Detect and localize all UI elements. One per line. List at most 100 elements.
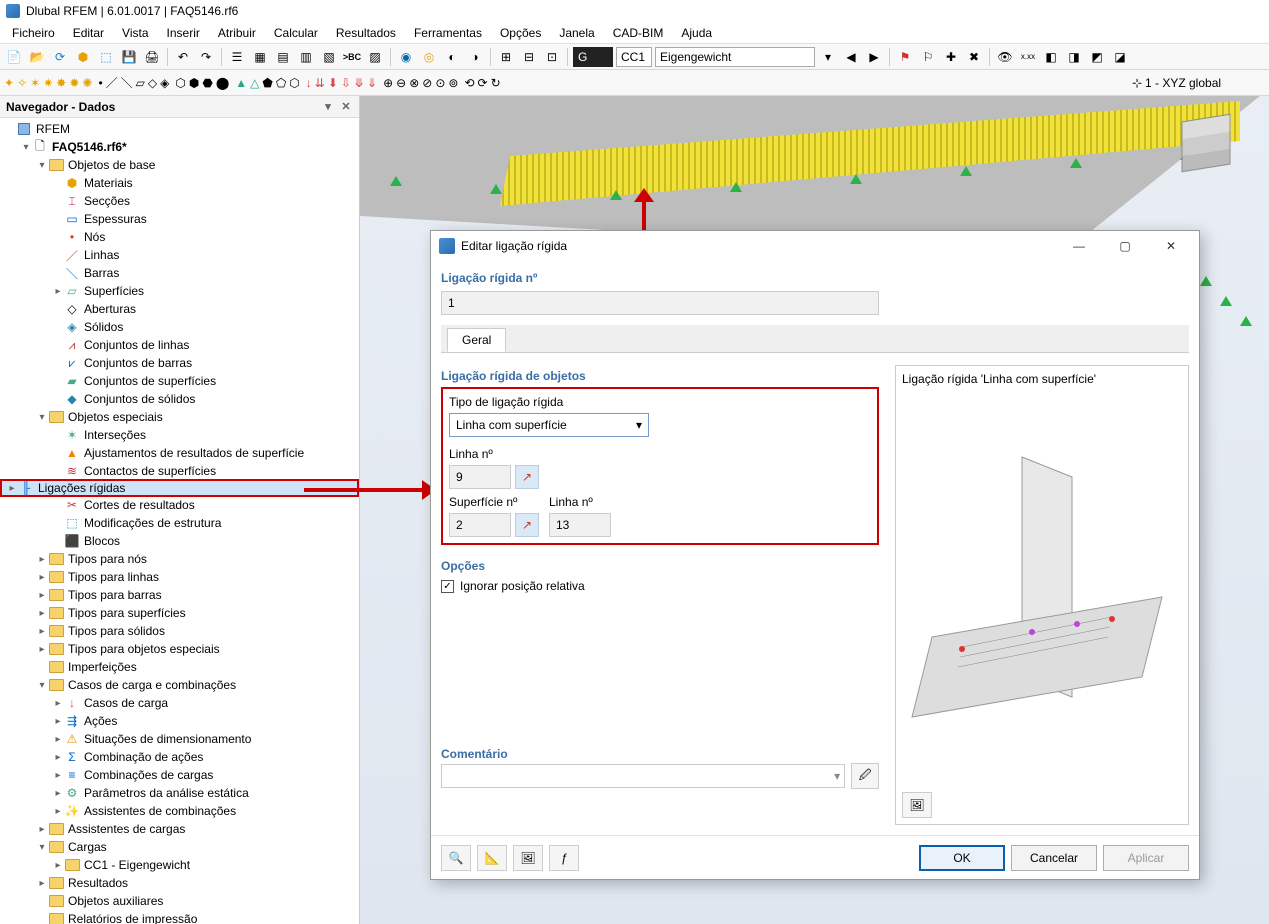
tree-item[interactable]: ／Linhas [48,246,359,264]
tb2-aa-icon[interactable]: ⊙ [435,76,445,90]
tree-item[interactable]: ⩗Conjuntos de barras [48,354,359,372]
csys-field[interactable]: 1 - XYZ global [1145,76,1265,90]
tree-item[interactable]: ＼Barras [48,264,359,282]
comment-input[interactable]: ▾ [441,764,845,788]
tb-next-icon[interactable]: ▶ [864,47,884,67]
tb2-l-icon[interactable]: ▲ [235,76,247,90]
tree-item[interactable]: Relatórios de impressão [32,910,359,924]
tb2-dd-icon[interactable]: ⟳ [478,76,488,90]
tree-item[interactable]: ▸Tipos para linhas [32,568,359,586]
view-gizmo[interactable] [1179,116,1249,186]
tb2-bb-icon[interactable]: ⊚ [448,76,458,90]
tb2-surf-icon[interactable]: ▱ [136,76,145,90]
tb2-n-icon[interactable]: ⬟ [262,76,272,90]
menu-cadbim[interactable]: CAD-BIM [605,24,672,42]
tb-new-icon[interactable]: 📄 [4,47,24,67]
tb-q-icon[interactable]: ◨ [1064,47,1084,67]
maximize-icon[interactable]: ▢ [1105,233,1145,259]
footer-tool3-icon[interactable]: ƒ [549,845,579,871]
rigid-link-number-input[interactable]: 1 [441,291,879,315]
tree-item[interactable]: ⬚Modificações de estrutura [48,514,359,532]
tree-item[interactable]: ▸Tipos para barras [32,586,359,604]
tb2-o-icon[interactable]: ⬠ [276,76,286,90]
tree-file[interactable]: ▾🗋FAQ5146.rf6* [16,138,359,156]
tb2-k-icon[interactable]: ⬤ [216,76,229,90]
footer-tool2-icon[interactable]: 🖼 [513,845,543,871]
tb-s-icon[interactable]: ◪ [1110,47,1130,67]
tb-undo-icon[interactable]: ↶ [173,47,193,67]
tree-item[interactable]: ✶Interseções [48,426,359,444]
tb2-t-icon[interactable]: ⇩ [341,76,351,90]
tb-print-icon[interactable]: 🖨 [142,47,162,67]
menu-assign[interactable]: Atribuir [210,24,264,42]
tb2-j-icon[interactable]: ⬣ [202,76,212,90]
menu-help[interactable]: Ajuda [673,24,720,42]
tb2-d-icon[interactable]: ✷ [43,76,53,90]
tb2-i-icon[interactable]: ⬢ [189,76,199,90]
tree-item[interactable]: ◇Aberturas [48,300,359,318]
tree-item[interactable]: ▸⚠Situações de dimensionamento [48,730,359,748]
tb-m-icon[interactable]: ⊡ [542,47,562,67]
tb2-r-icon[interactable]: ⇊ [315,76,325,90]
tb-n-icon[interactable]: ✚ [941,47,961,67]
cc-field[interactable]: CC1 [616,47,652,67]
tb2-w-icon[interactable]: ⊕ [383,76,393,90]
tree-item[interactable]: ▸⇶Ações [48,712,359,730]
tb-g-icon[interactable]: ◉ [396,47,416,67]
tb-save-icon[interactable]: 💾 [119,47,139,67]
tree-item[interactable]: ▸≡Combinações de cargas [48,766,359,784]
tb-lc-dropdown-icon[interactable]: ▾ [818,47,838,67]
tree-special-objects[interactable]: ▾Objetos especiais [32,408,359,426]
ok-button[interactable]: OK [919,845,1005,871]
tb2-csys-icon[interactable]: ⊹ [1132,76,1142,90]
tb-h-icon[interactable]: ◎ [419,47,439,67]
tb-b-icon[interactable]: ▦ [250,47,270,67]
tb2-solid-icon[interactable]: ◈ [160,76,169,90]
menu-window[interactable]: Janela [551,24,602,42]
tb-o-icon[interactable]: ✖ [964,47,984,67]
tb2-x-icon[interactable]: ⊖ [396,76,406,90]
tb2-c-icon[interactable]: ✶ [30,76,40,90]
surface-number-input[interactable]: 2 [449,513,511,537]
tb-k-icon[interactable]: ⊞ [496,47,516,67]
tb2-v-icon[interactable]: ⇓ [367,76,377,90]
rigid-link-type-select[interactable]: Linha com superfície▾ [449,413,649,437]
line2-number-input[interactable]: 13 [549,513,611,537]
comment-color-icon[interactable]: 🖉 [851,763,879,789]
menu-results[interactable]: Resultados [328,24,404,42]
tb-flag2-icon[interactable]: ⚐ [918,47,938,67]
tree-item[interactable]: ▸↓Casos de carga [48,694,359,712]
help-icon[interactable]: 🔍 [441,845,471,871]
tree-item[interactable]: ▸✨Assistentes de combinações [48,802,359,820]
menu-options[interactable]: Opções [492,24,549,42]
tree-item[interactable]: ▭Espessuras [48,210,359,228]
tree-item[interactable]: ▸Assistentes de cargas [32,820,359,838]
pick-surface-icon[interactable]: ↗ [515,513,539,537]
tree-item[interactable]: ⬢Materiais [48,174,359,192]
tree-item[interactable]: ▸▱Superfícies [48,282,359,300]
tree-item[interactable]: ⬛Blocos [48,532,359,550]
pick-line-icon[interactable]: ↗ [515,465,539,489]
tb-a-icon[interactable]: ☰ [227,47,247,67]
tb2-u-icon[interactable]: ⤋ [354,76,364,90]
tree-item[interactable]: ◆Conjuntos de sólidos [48,390,359,408]
tree-item[interactable]: ▸Tipos para objetos especiais [32,640,359,658]
tb-j-icon[interactable]: ◑ [465,47,485,67]
tree-item[interactable]: ▸Tipos para nós [32,550,359,568]
tree-item[interactable]: ▸Resultados [32,874,359,892]
tree-item[interactable]: Objetos auxiliares [32,892,359,910]
tb-calc-icon[interactable]: >BC [342,47,362,67]
tb-open-icon[interactable]: 📂 [27,47,47,67]
tb-xxx-icon[interactable]: x.xx [1018,47,1038,67]
tree-item[interactable]: ▸ΣCombinação de ações [48,748,359,766]
tb2-e-icon[interactable]: ✸ [56,76,66,90]
tb-script-icon[interactable]: ⟳ [50,47,70,67]
tb2-p-icon[interactable]: ⬡ [289,76,299,90]
tb-prev-icon[interactable]: ◀ [841,47,861,67]
tree-item[interactable]: ▰Conjuntos de superfícies [48,372,359,390]
tb2-m-icon[interactable]: △ [250,76,259,90]
tb-r-icon[interactable]: ◩ [1087,47,1107,67]
tab-general[interactable]: Geral [447,328,506,352]
line-number-input[interactable]: 9 [449,465,511,489]
tree-item[interactable]: ≋Contactos de superfícies [48,462,359,480]
